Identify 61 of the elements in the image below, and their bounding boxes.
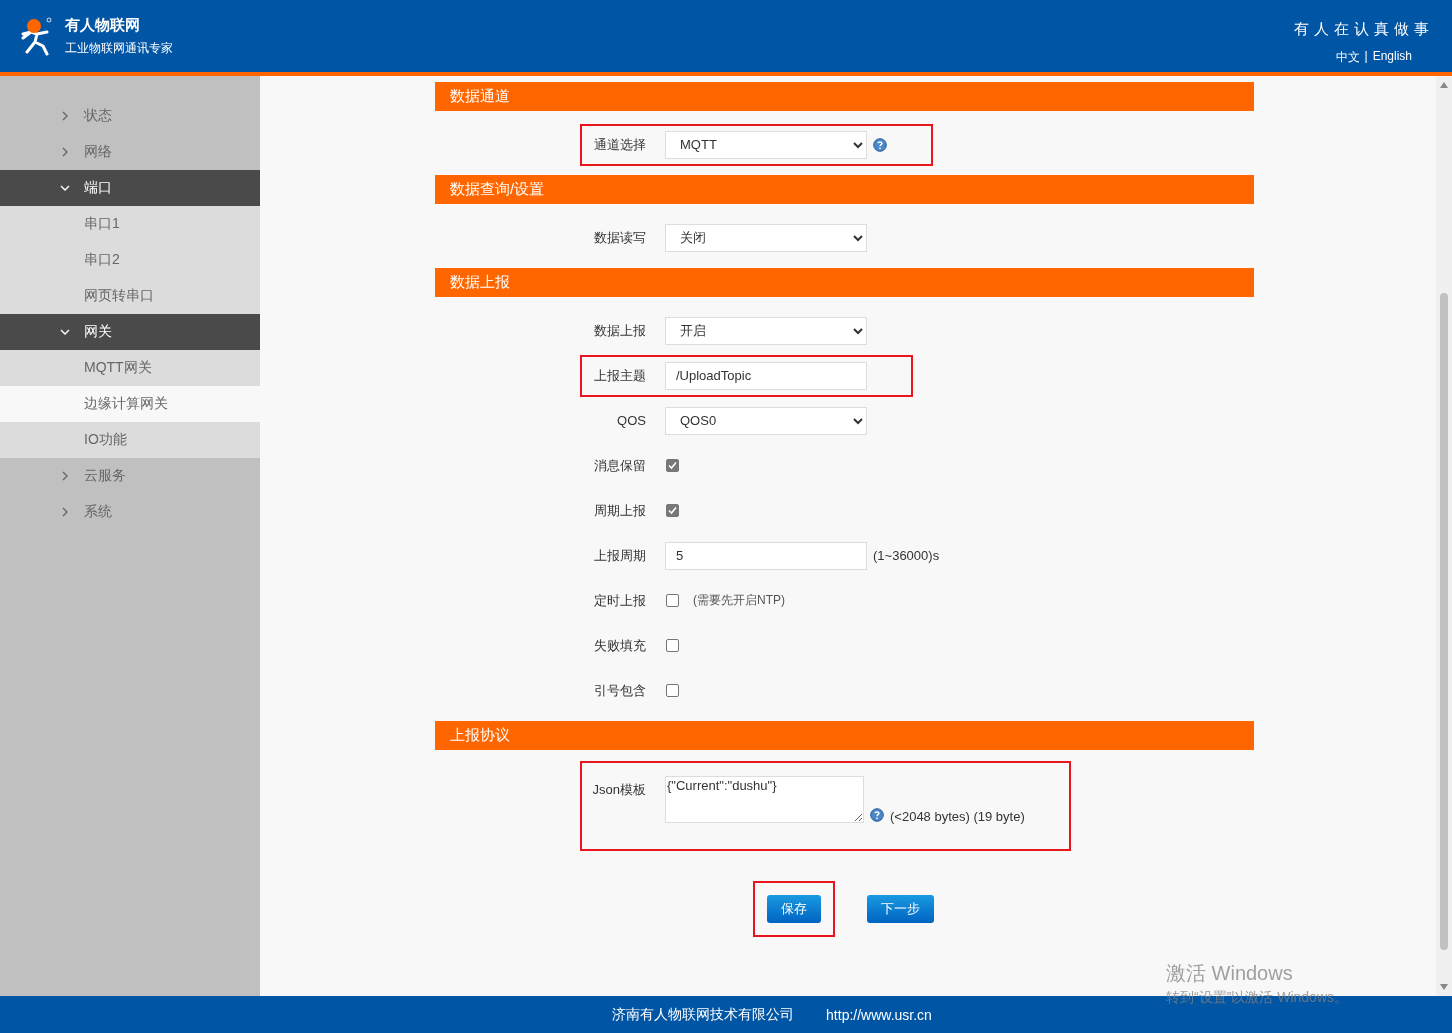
section-header: 上报协议 — [435, 721, 1254, 750]
field-label: 失败填充 — [593, 636, 646, 655]
sidebar-subitem[interactable]: IO功能 — [0, 422, 260, 458]
field-label: 上报主题 — [593, 366, 646, 385]
checkbox[interactable] — [666, 639, 679, 652]
dropdown[interactable]: 关闭 — [665, 223, 867, 252]
checkbox[interactable] — [666, 594, 679, 607]
help-icon[interactable] — [873, 137, 887, 152]
brand-tagline: 工业物联网通讯专家 — [65, 39, 173, 57]
field-label: Json模板 — [592, 781, 646, 799]
scroll-down-icon[interactable] — [1440, 984, 1448, 990]
chevron-icon — [60, 471, 70, 481]
input-field[interactable]: 5 — [665, 541, 867, 570]
language-link[interactable]: English — [1372, 49, 1412, 66]
sidebar-subitem[interactable]: 边缘计算网关 — [0, 386, 260, 422]
slogan: 有人在认真做事 — [1294, 20, 1434, 39]
field-label: 定时上报 — [593, 591, 646, 610]
chevron-icon — [60, 147, 70, 157]
hint-text: (<2048 bytes) (19 byte) — [890, 809, 1025, 824]
company-name: 济南有人物联网技术有限公司 — [612, 1005, 795, 1024]
text-area[interactable]: {"Current":"dushu"} — [665, 776, 864, 823]
sidebar-subitem[interactable]: 串口1 — [0, 206, 260, 242]
checkbox[interactable] — [666, 459, 679, 472]
field-label: 数据读写 — [593, 228, 646, 247]
field-label: 引号包含 — [593, 681, 646, 700]
checkbox[interactable] — [666, 504, 679, 517]
field-label: 数据上报 — [593, 321, 646, 340]
dropdown[interactable]: MQTT — [665, 130, 867, 159]
brand-name: 有人物联网 — [65, 15, 141, 35]
scrollbar[interactable] — [1436, 76, 1452, 996]
field-label: 消息保留 — [593, 456, 646, 475]
website-link[interactable]: http://www.usr.cn — [826, 1006, 932, 1023]
chevron-icon — [60, 183, 70, 193]
input-field[interactable]: /UploadTopic — [665, 361, 867, 390]
sidebar-item[interactable]: 网关 — [0, 314, 260, 350]
dropdown[interactable]: 开启 — [665, 316, 867, 345]
field-label: 周期上报 — [593, 501, 646, 520]
separator: | — [1364, 49, 1368, 65]
language-link[interactable]: 中文 — [1335, 49, 1360, 66]
hint-text: (1~36000)s — [873, 548, 940, 563]
chevron-icon — [60, 111, 70, 121]
section-header: 数据通道 — [435, 82, 1254, 111]
field-label: 通道选择 — [593, 135, 646, 154]
sidebar-subitem[interactable]: 网页转串口 — [0, 278, 260, 314]
section-header: 数据上报 — [435, 268, 1254, 297]
scroll-up-icon[interactable] — [1440, 82, 1448, 88]
chevron-icon — [60, 507, 70, 517]
field-label: QOS — [616, 413, 646, 428]
checkbox[interactable] — [666, 684, 679, 697]
activation-notice: 激活 Windows — [1166, 961, 1294, 986]
dropdown[interactable]: QOS0 — [665, 406, 867, 435]
help-icon[interactable] — [870, 807, 884, 822]
sidebar-subitem[interactable]: 串口2 — [0, 242, 260, 278]
sidebar-subitem[interactable]: MQTT网关 — [0, 350, 260, 386]
save-button[interactable]: 保存 — [767, 895, 821, 923]
sidebar-item[interactable]: 端口 — [0, 170, 260, 206]
section-header: 数据查询/设置 — [435, 175, 1254, 204]
chevron-icon — [60, 327, 70, 337]
next-button[interactable]: 下一步 — [867, 895, 934, 923]
field-label: 上报周期 — [593, 546, 646, 565]
hint-text: (需要先开启NTP) — [693, 592, 785, 609]
